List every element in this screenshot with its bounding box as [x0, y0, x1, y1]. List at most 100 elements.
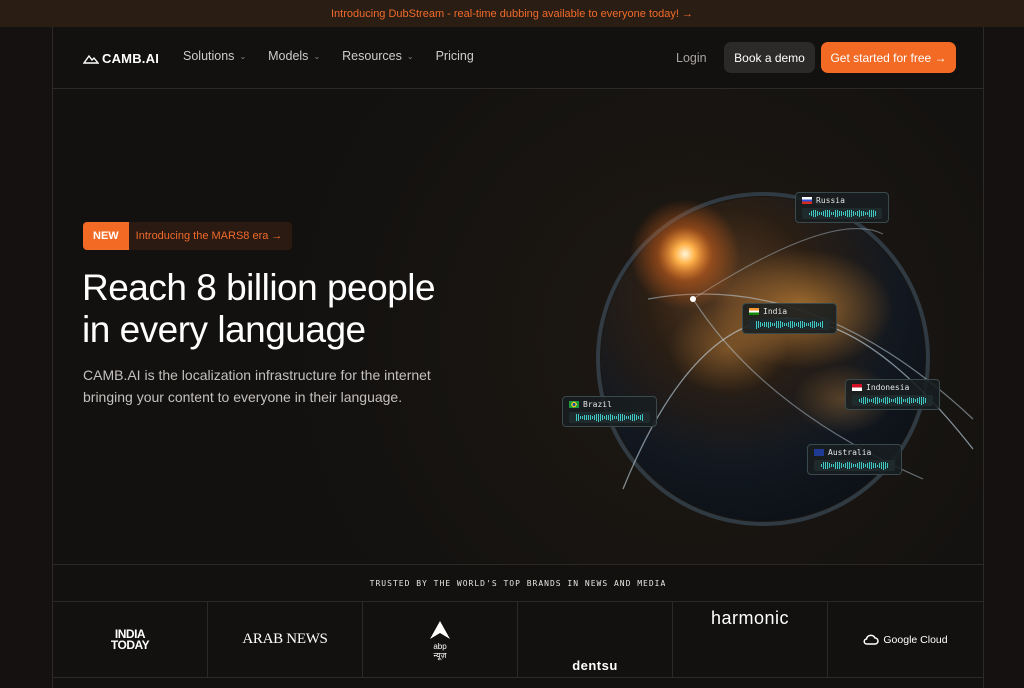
waveform-bar	[810, 210, 812, 217]
waveform-bar	[891, 398, 892, 403]
waveform-bar	[843, 464, 844, 467]
waveform-bar	[863, 396, 864, 405]
waveform-bar	[863, 462, 864, 469]
waveform-bar	[640, 414, 641, 421]
menu-resources[interactable]: Resources ⌄	[342, 49, 413, 63]
waveform-bar	[911, 397, 912, 404]
waveform-bar	[808, 323, 809, 326]
waveform-bar	[851, 462, 852, 469]
russia-flag-icon	[802, 197, 812, 204]
waveform-bar	[866, 211, 868, 216]
waveform-bar	[602, 415, 603, 420]
abp-triangle-icon	[430, 620, 450, 639]
waveform-bar	[782, 321, 783, 328]
chevron-down-icon: ⌄	[239, 51, 247, 61]
waveform-bar	[867, 463, 868, 468]
waveform-bar	[840, 211, 842, 216]
waveform-bar	[845, 462, 846, 469]
waveform-bar	[822, 210, 824, 217]
menu-pricing[interactable]: Pricing	[436, 49, 474, 63]
waveform-bar	[861, 397, 862, 404]
waveform-bar	[897, 396, 898, 405]
new-badge[interactable]: NEW Introducing the MARS8 era →	[83, 222, 293, 250]
waveform-bar	[582, 415, 583, 420]
chevron-down-icon: ⌄	[406, 51, 414, 61]
waveform-bar	[584, 414, 585, 421]
waveform-bar	[760, 322, 761, 327]
arab-news-logo: ARAB NEWS	[242, 631, 328, 647]
waveform-bar	[899, 396, 900, 405]
harmonic-logo: harmonic	[710, 608, 790, 628]
waveform-bar	[764, 322, 765, 327]
waveform-bar	[875, 463, 876, 468]
language-card-india: India	[742, 303, 837, 334]
waveform-bar	[834, 210, 836, 217]
waveform-bar	[818, 211, 820, 216]
announcement-text[interactable]: Introducing DubStream - real-time dubbin…	[331, 8, 693, 20]
india-today-line-2: TODAY	[110, 637, 150, 652]
waveform-bar	[907, 397, 908, 404]
waveform-bar	[804, 321, 805, 328]
get-started-button[interactable]: Get started for free →	[821, 42, 956, 73]
waveform-bar	[616, 415, 617, 420]
menu-solutions[interactable]: Solutions ⌄	[183, 49, 246, 63]
waveform-bar	[870, 209, 872, 218]
waveform-bar	[825, 461, 826, 470]
waveform-bar	[816, 210, 818, 217]
audio-waveform	[749, 319, 830, 330]
language-label: Indonesia	[866, 383, 910, 392]
waveform-bar	[827, 462, 828, 469]
waveform-bar	[808, 212, 810, 215]
waveform-bar	[586, 414, 587, 421]
waveform-bar	[592, 416, 593, 419]
book-demo-button[interactable]: Book a demo	[724, 42, 815, 73]
audio-waveform	[814, 460, 895, 471]
announcement-bar[interactable]: Introducing DubStream - real-time dubbin…	[0, 0, 1024, 27]
waveform-bar	[818, 323, 819, 326]
audio-waveform	[802, 208, 882, 219]
waveform-bar	[835, 462, 836, 469]
page-frame: CAMB.AI Solutions ⌄ Models ⌄ Resources ⌄…	[52, 27, 984, 688]
waveform-bar	[872, 209, 874, 218]
waveform-bar	[847, 462, 848, 469]
waveform-bar	[812, 321, 813, 328]
waveform-bar	[875, 396, 876, 405]
login-link[interactable]: Login	[676, 51, 707, 65]
waveform-bar	[768, 321, 769, 328]
waveform-bar	[600, 414, 601, 421]
waveform-bar	[837, 461, 838, 470]
waveform-bar	[917, 398, 918, 403]
waveform-bar	[850, 209, 852, 218]
waveform-bar	[823, 462, 824, 469]
waveform-bar	[903, 398, 904, 403]
brand-arab-news: ARAB NEWS	[208, 602, 363, 677]
australia-flag-icon	[814, 449, 824, 456]
language-label: Australia	[828, 448, 872, 457]
waveform-bar	[885, 462, 886, 469]
waveform-bar	[887, 463, 888, 468]
waveform-bar	[642, 413, 643, 422]
logo[interactable]: CAMB.AI	[83, 51, 159, 66]
waveform-bar	[844, 211, 846, 216]
language-card-indonesia: Indonesia	[845, 379, 940, 410]
abp-line-1: abp	[433, 641, 447, 651]
waveform-bar	[879, 397, 880, 404]
waveform-bar	[814, 209, 816, 218]
waveform-bar	[776, 321, 777, 328]
waveform-bar	[576, 413, 577, 422]
origin-point	[690, 296, 696, 302]
hero-subtitle: CAMB.AI is the localization infrastructu…	[83, 367, 431, 405]
waveform-bar	[794, 322, 795, 327]
trusted-banner: TRUSTED BY THE WORLD'S TOP BRANDS IN NEW…	[53, 564, 983, 602]
audio-waveform	[852, 395, 933, 406]
waveform-bar	[594, 415, 595, 420]
waveform-bar	[758, 321, 759, 328]
waveform-bar	[824, 209, 826, 218]
waveform-bar	[925, 398, 926, 403]
audio-waveform	[569, 412, 650, 423]
waveform-bar	[909, 397, 910, 404]
menu-models[interactable]: Models ⌄	[268, 49, 320, 63]
waveform-bar	[606, 415, 607, 420]
waveform-bar	[580, 415, 581, 420]
brand-harmonic: harmonic	[673, 602, 828, 677]
